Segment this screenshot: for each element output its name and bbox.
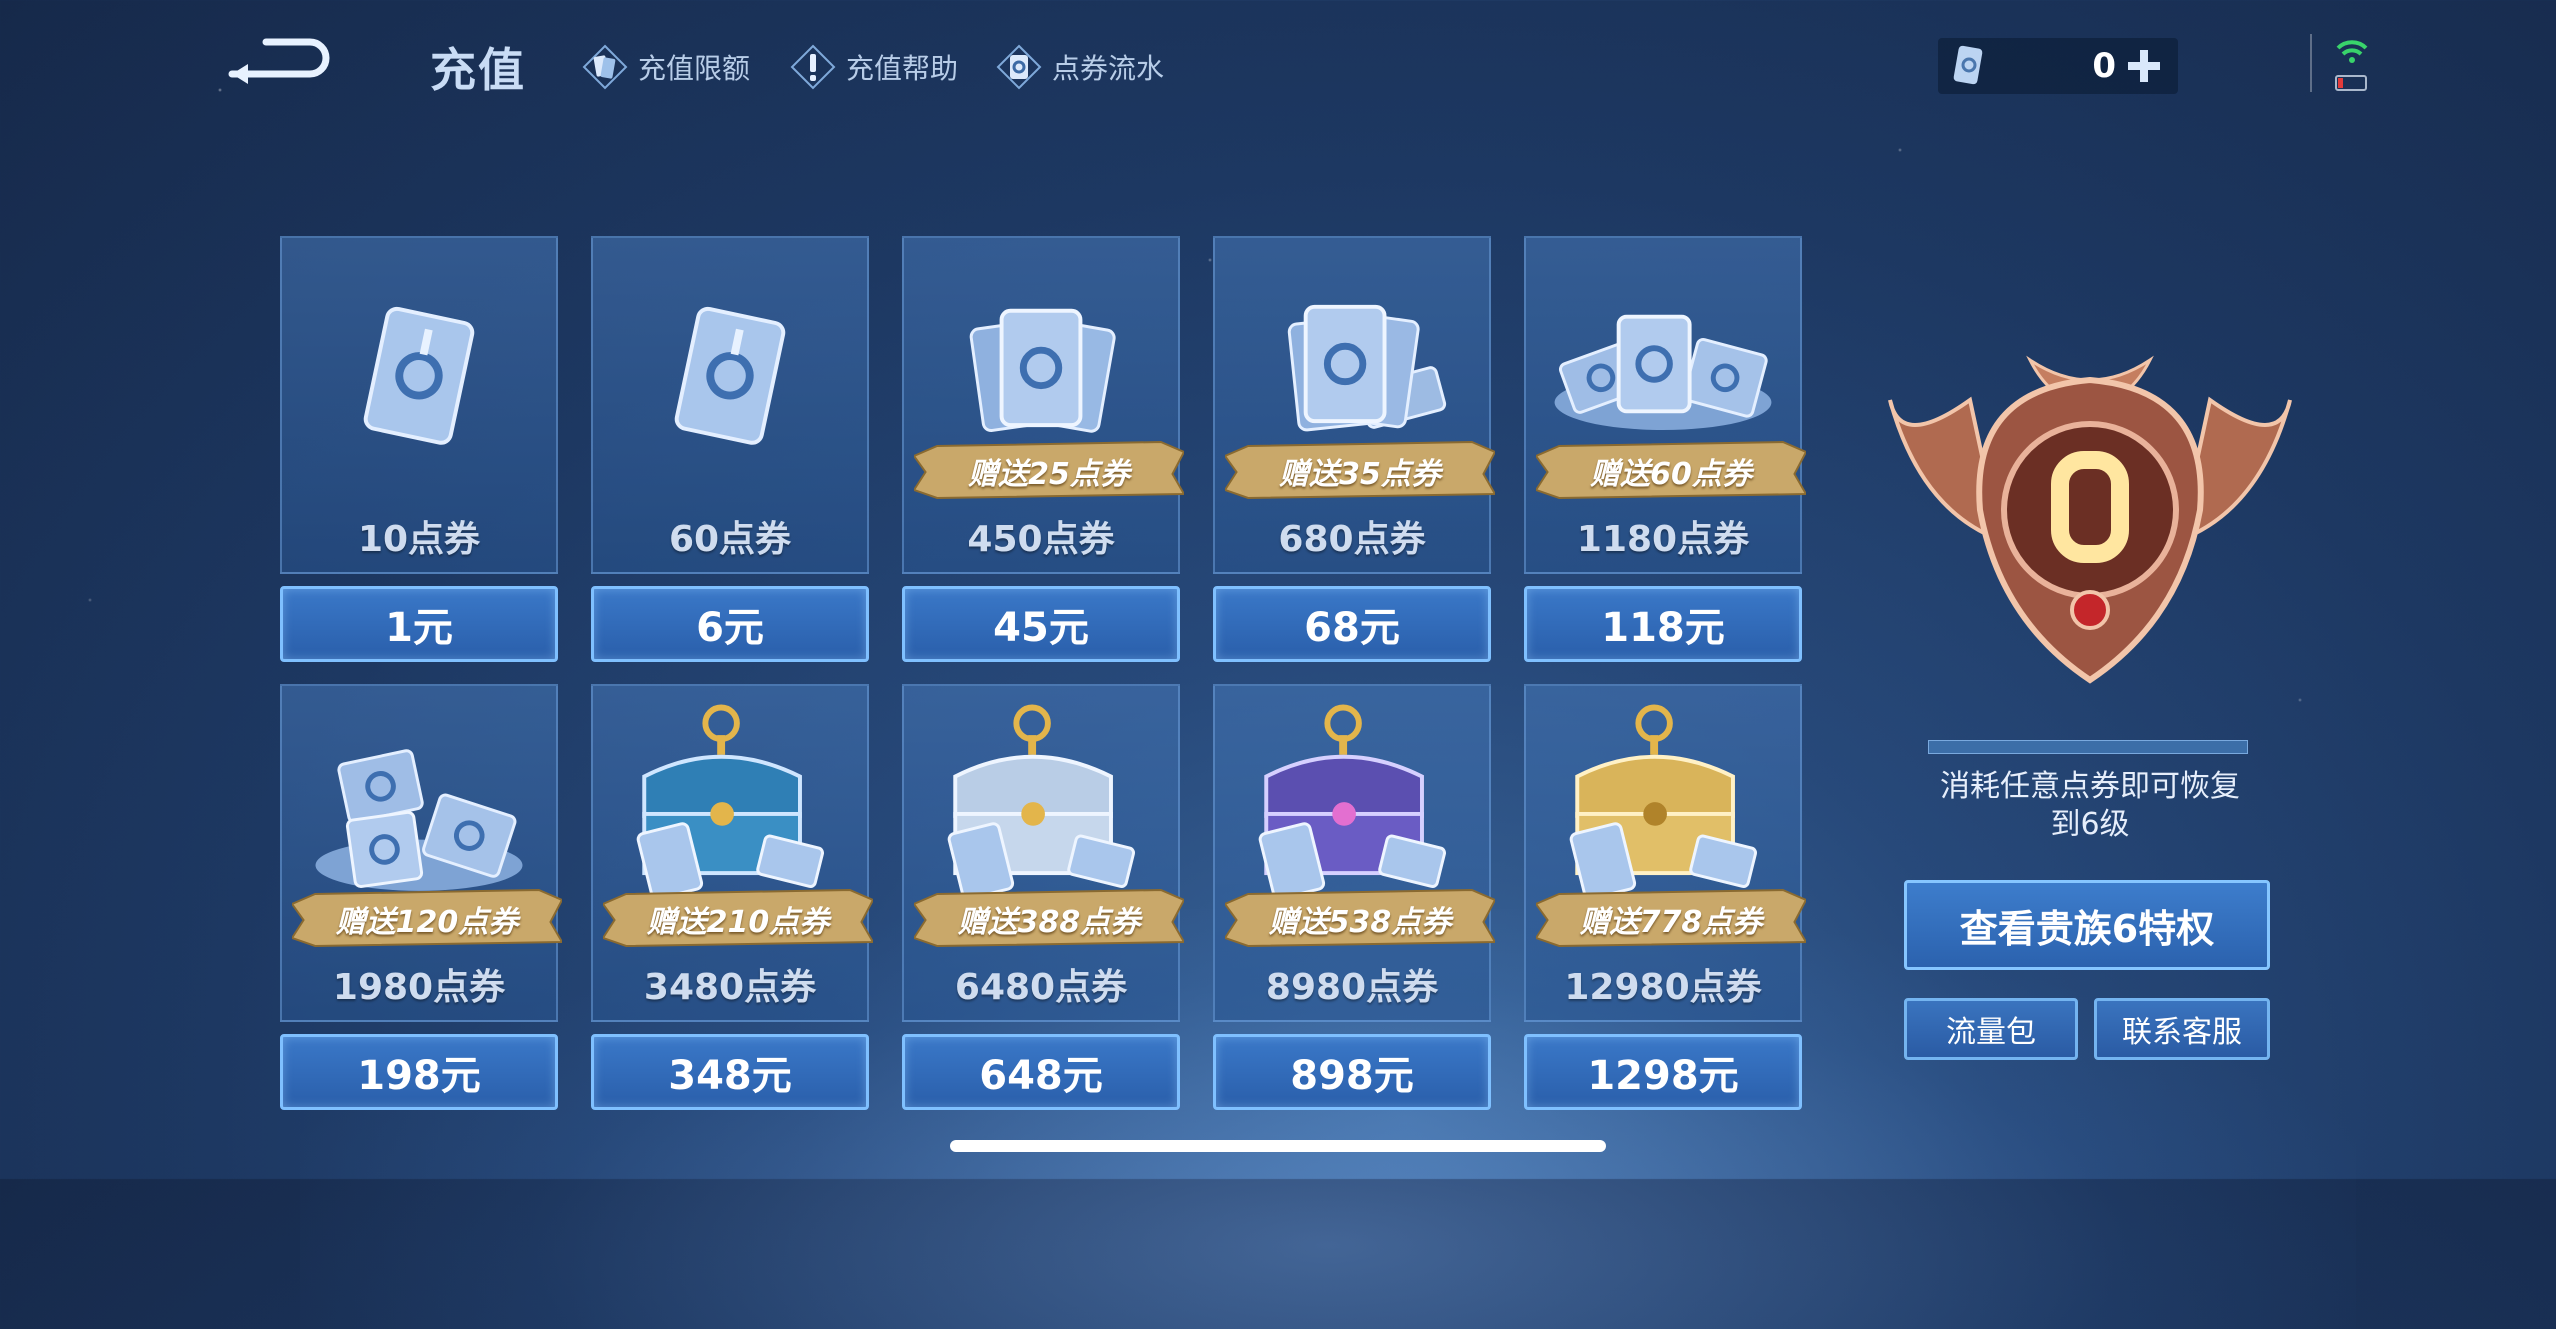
vip-emblem: 0 bbox=[1880, 340, 2300, 700]
bonus-ribbon: 赠送25点券 bbox=[912, 438, 1186, 500]
bonus-ribbon: 赠送538点券 bbox=[1223, 886, 1497, 948]
recharge-limit-link[interactable]: 充值限额 bbox=[582, 42, 750, 92]
status-divider bbox=[2310, 34, 2312, 92]
vip-description-line1: 消耗任意点券即可恢复 bbox=[1940, 769, 2240, 804]
bonus-ribbon: 赠送778点券 bbox=[1534, 886, 1808, 948]
vip-progress-bar bbox=[1928, 740, 2248, 754]
price-button[interactable]: 348元 bbox=[591, 1034, 869, 1110]
package-card[interactable]: 10点券 bbox=[280, 236, 558, 574]
package-amount: 680点券 bbox=[1278, 519, 1426, 560]
package-amount: 1180点券 bbox=[1576, 519, 1750, 560]
bonus-ribbon: 赠送388点券 bbox=[912, 886, 1186, 948]
home-indicator[interactable] bbox=[950, 1140, 1606, 1152]
coupon-flow-icon bbox=[996, 44, 1042, 90]
price-button[interactable]: 898元 bbox=[1213, 1034, 1491, 1110]
back-arrow-icon bbox=[228, 38, 330, 84]
bonus-text: 赠送120点券 bbox=[335, 905, 519, 940]
package-card[interactable]: 赠送60点券 1180点券 bbox=[1524, 236, 1808, 574]
price-button[interactable]: 648元 bbox=[902, 1034, 1180, 1110]
package-card[interactable]: 赠送538点券 8980点券 bbox=[1213, 684, 1497, 1022]
price-button[interactable]: 68元 bbox=[1213, 586, 1491, 662]
vip-description-line2: 到6级 bbox=[2050, 807, 2130, 842]
bonus-ribbon: 赠送35点券 bbox=[1223, 438, 1497, 500]
bonus-text: 赠送538点券 bbox=[1268, 905, 1452, 940]
package-card[interactable]: 60点券 bbox=[591, 236, 869, 574]
price-button[interactable]: 6元 bbox=[591, 586, 869, 662]
package-amount: 3480点券 bbox=[643, 967, 817, 1008]
price-button[interactable]: 1元 bbox=[280, 586, 558, 662]
bonus-text: 赠送388点券 bbox=[957, 905, 1141, 940]
contact-service-button[interactable]: 联系客服 bbox=[2094, 998, 2270, 1060]
bonus-ribbon: 赠送210点券 bbox=[601, 886, 875, 948]
bonus-text: 赠送778点券 bbox=[1579, 905, 1763, 940]
vip-badge-icon bbox=[1888, 355, 2292, 684]
package-amount: 450点券 bbox=[967, 519, 1115, 560]
coupon-flow-link[interactable]: 点券流水 bbox=[996, 42, 1164, 92]
status-indicators bbox=[2332, 34, 2372, 94]
recharge-help-link[interactable]: 充值帮助 bbox=[790, 42, 958, 92]
price-button[interactable]: 198元 bbox=[280, 1034, 558, 1110]
package-card[interactable]: 赠送35点券 680点券 bbox=[1213, 236, 1497, 574]
page-title: 充值 bbox=[430, 43, 526, 97]
back-button[interactable] bbox=[218, 30, 338, 90]
data-pack-button[interactable]: 流量包 bbox=[1904, 998, 2078, 1060]
coupon-balance: 0 bbox=[1938, 38, 2178, 94]
plus-icon bbox=[2128, 50, 2160, 82]
package-amount: 60点券 bbox=[668, 519, 792, 560]
package-card[interactable]: 赠送25点券 450点券 bbox=[902, 236, 1186, 574]
vip-description: 消耗任意点券即可恢复 到6级 bbox=[1880, 768, 2300, 844]
package-card[interactable]: 赠送778点券 12980点券 bbox=[1524, 684, 1808, 1022]
coupon-flow-label: 点券流水 bbox=[1052, 52, 1165, 85]
price-button[interactable]: 45元 bbox=[902, 586, 1180, 662]
package-amount: 10点券 bbox=[357, 519, 481, 560]
price-button[interactable]: 118元 bbox=[1524, 586, 1802, 662]
package-amount: 8980点券 bbox=[1265, 967, 1439, 1008]
bonus-text: 赠送60点券 bbox=[1590, 457, 1752, 492]
package-card[interactable]: 赠送210点券 3480点券 bbox=[591, 684, 875, 1022]
add-coupon-button[interactable] bbox=[2124, 46, 2164, 86]
package-card[interactable]: 赠送120点券 1980点券 bbox=[280, 684, 564, 1022]
recharge-limit-label: 充值限额 bbox=[638, 52, 751, 85]
package-card[interactable]: 赠送388点券 6480点券 bbox=[902, 684, 1186, 1022]
bonus-ribbon: 赠送60点券 bbox=[1534, 438, 1808, 500]
coupon-icon bbox=[1953, 45, 1983, 85]
recharge-help-label: 充值帮助 bbox=[846, 52, 959, 85]
package-amount: 1980点券 bbox=[332, 967, 506, 1008]
coupon-single-icon bbox=[674, 306, 786, 445]
bonus-text: 赠送210点券 bbox=[646, 905, 830, 940]
view-privilege-button[interactable]: 查看贵族6特权 bbox=[1904, 880, 2270, 970]
package-amount: 6480点券 bbox=[954, 967, 1128, 1008]
bonus-ribbon: 赠送120点券 bbox=[290, 886, 564, 948]
package-amount: 12980点券 bbox=[1564, 967, 1762, 1008]
help-icon bbox=[790, 44, 836, 90]
bonus-text: 赠送35点券 bbox=[1279, 457, 1441, 492]
price-button[interactable]: 1298元 bbox=[1524, 1034, 1802, 1110]
coupon-balance-value: 0 bbox=[2092, 46, 2116, 86]
wifi-icon bbox=[2335, 40, 2368, 91]
coupon-single-icon bbox=[363, 306, 475, 445]
cards-icon bbox=[582, 44, 628, 90]
bonus-text: 赠送25点券 bbox=[968, 457, 1130, 492]
